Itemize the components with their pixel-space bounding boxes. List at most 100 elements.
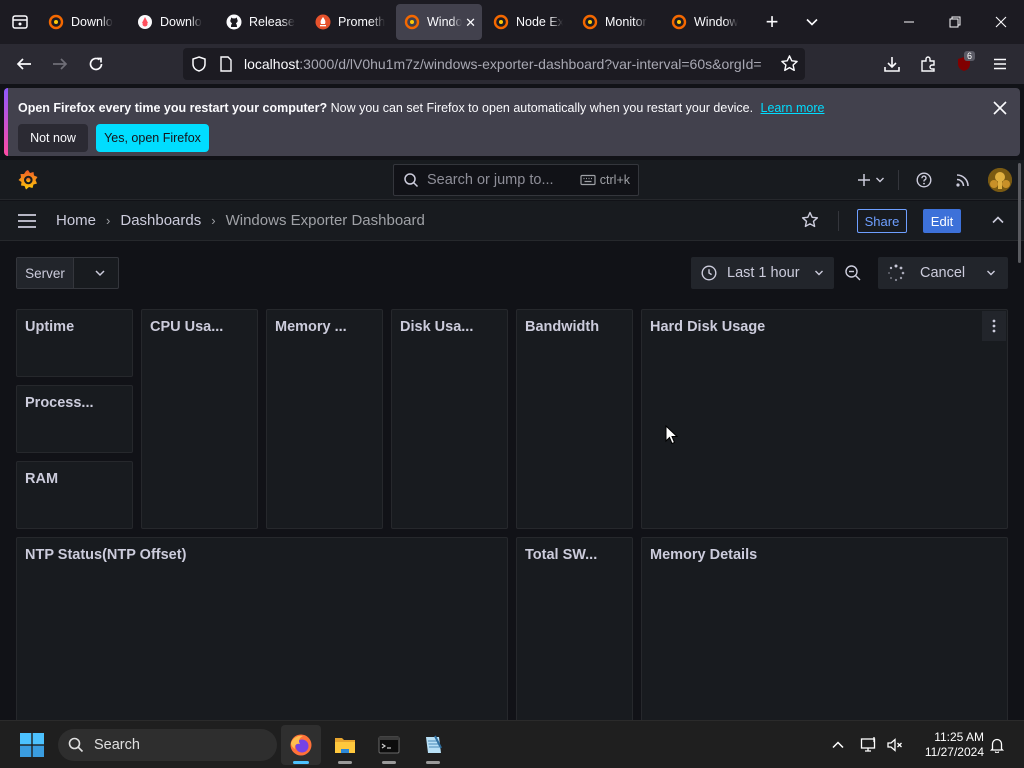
grafana-logo-icon[interactable] bbox=[16, 168, 40, 192]
panel-title: Bandwidth bbox=[525, 319, 600, 335]
help-button[interactable] bbox=[912, 168, 936, 192]
zoom-out-time-button[interactable] bbox=[838, 257, 868, 289]
taskbar-file-explorer[interactable] bbox=[325, 725, 365, 765]
tab-label: Downlo bbox=[160, 15, 202, 29]
edit-button[interactable]: Edit bbox=[923, 209, 961, 233]
panel-title: Memory Details bbox=[650, 547, 758, 563]
url-bar[interactable]: localhost:3000/d/lV0hu1m7z/windows-expor… bbox=[183, 48, 805, 80]
browser-tab[interactable]: Downlo bbox=[129, 4, 215, 40]
restore-button[interactable] bbox=[932, 0, 978, 44]
server-variable-picker[interactable]: Server bbox=[16, 257, 119, 289]
panel-memory[interactable]: Memory ... bbox=[266, 309, 383, 529]
cancel-refresh-button[interactable]: Cancel bbox=[878, 257, 1008, 289]
download-icon bbox=[884, 57, 900, 72]
panel-title: NTP Status(NTP Offset) bbox=[25, 547, 187, 563]
breadcrumb-dashboards[interactable]: Dashboards bbox=[120, 212, 201, 229]
show-hidden-icons-button[interactable] bbox=[828, 735, 848, 755]
breadcrumb-current-dashboard: Windows Exporter Dashboard bbox=[225, 212, 425, 229]
news-button[interactable] bbox=[951, 168, 975, 192]
hamburger-menu-icon bbox=[994, 58, 1006, 70]
taskbar-terminal[interactable] bbox=[369, 725, 409, 765]
new-tab-button[interactable]: + bbox=[752, 0, 792, 44]
reload-button[interactable] bbox=[80, 48, 112, 80]
firefox-view-button[interactable] bbox=[0, 0, 40, 44]
panel-uptime[interactable]: Uptime bbox=[16, 309, 133, 377]
shield-icon bbox=[192, 56, 206, 72]
prometheus-icon bbox=[315, 14, 331, 30]
extensions-button[interactable] bbox=[912, 48, 944, 80]
minimize-button[interactable] bbox=[886, 0, 932, 44]
not-now-button[interactable]: Not now bbox=[18, 124, 88, 152]
learn-more-link[interactable]: Learn more bbox=[761, 101, 825, 115]
grafana-search-input[interactable]: Search or jump to... ctrl+k bbox=[393, 164, 639, 196]
browser-tab[interactable]: Downlo bbox=[40, 4, 126, 40]
panel-disk-usage[interactable]: Disk Usa... bbox=[391, 309, 508, 529]
folder-icon bbox=[335, 738, 355, 753]
browser-tab-active[interactable]: Windo ✕ bbox=[396, 4, 482, 40]
taskbar-notepad[interactable] bbox=[413, 725, 453, 765]
page-scrollbar[interactable] bbox=[1018, 163, 1021, 263]
mega-menu-button[interactable] bbox=[16, 211, 38, 231]
browser-tab[interactable]: Node Ex bbox=[485, 4, 571, 40]
browser-tab[interactable]: Release bbox=[218, 4, 304, 40]
firefox-icon bbox=[290, 734, 312, 756]
grafana-icon bbox=[404, 14, 420, 30]
panel-title: Memory ... bbox=[275, 319, 347, 335]
forward-button[interactable] bbox=[44, 48, 76, 80]
user-avatar[interactable] bbox=[988, 168, 1012, 192]
app-menu-button[interactable] bbox=[984, 48, 1016, 80]
taskbar-search-label: Search bbox=[94, 737, 140, 753]
browser-tab[interactable]: Prometh bbox=[307, 4, 393, 40]
search-icon bbox=[68, 737, 84, 753]
ublock-extension-button[interactable]: 6 bbox=[948, 48, 980, 80]
breadcrumb-home[interactable]: Home bbox=[56, 212, 96, 229]
open-firefox-button[interactable]: Yes, open Firefox bbox=[96, 124, 209, 152]
browser-tab[interactable]: Window bbox=[663, 4, 749, 40]
notification-message: Open Firefox every time you restart your… bbox=[18, 101, 825, 115]
panel-title: CPU Usa... bbox=[150, 319, 224, 335]
panel-menu-button[interactable] bbox=[982, 311, 1006, 341]
close-tab-icon[interactable]: ✕ bbox=[465, 15, 476, 31]
list-all-tabs-button[interactable] bbox=[792, 0, 832, 44]
panel-ram[interactable]: RAM bbox=[16, 461, 133, 529]
toolbar-divider bbox=[838, 211, 839, 231]
tab-label: Downlo bbox=[71, 15, 113, 29]
grafana-icon bbox=[493, 14, 509, 30]
panel-bandwidth[interactable]: Bandwidth bbox=[516, 309, 633, 529]
back-button[interactable] bbox=[8, 48, 40, 80]
taskbar-search[interactable]: Search bbox=[58, 729, 277, 761]
panel-processes[interactable]: Process... bbox=[16, 385, 133, 453]
panel-total-sw[interactable]: Total SW... bbox=[516, 537, 633, 727]
extension-badge: 6 bbox=[964, 51, 976, 61]
notepad-icon bbox=[426, 735, 442, 753]
avatar-icon bbox=[988, 168, 1012, 192]
chevron-down-icon bbox=[806, 18, 818, 26]
windows-start-button[interactable] bbox=[20, 733, 44, 757]
panel-hard-disk-usage[interactable]: Hard Disk Usage bbox=[641, 309, 1008, 529]
bookmark-star-icon[interactable] bbox=[780, 54, 799, 73]
clock-date: 11/27/2024 bbox=[924, 745, 984, 759]
collapse-header-button[interactable] bbox=[988, 210, 1008, 230]
url-text: localhost:3000/d/lV0hu1m7z/windows-expor… bbox=[244, 56, 762, 72]
downloads-button[interactable] bbox=[876, 48, 908, 80]
search-icon bbox=[404, 173, 419, 188]
browser-tab[interactable]: Monitor bbox=[574, 4, 660, 40]
time-range-picker[interactable]: Last 1 hour bbox=[691, 257, 834, 289]
firefox-download-icon bbox=[137, 14, 153, 30]
notifications-button[interactable] bbox=[987, 735, 1007, 755]
network-status-button[interactable] bbox=[859, 735, 879, 755]
search-placeholder: Search or jump to... bbox=[427, 172, 554, 188]
system-clock[interactable]: 11:25 AM 11/27/2024 bbox=[912, 730, 984, 760]
taskbar-firefox[interactable] bbox=[281, 725, 321, 765]
close-window-button[interactable] bbox=[978, 0, 1024, 44]
close-notification-button[interactable] bbox=[990, 98, 1010, 118]
panel-title: RAM bbox=[25, 471, 59, 487]
share-button[interactable]: Share bbox=[857, 209, 907, 233]
add-new-button[interactable] bbox=[853, 168, 889, 192]
star-icon bbox=[801, 211, 819, 228]
panel-memory-details[interactable]: Memory Details bbox=[641, 537, 1008, 727]
volume-button[interactable] bbox=[885, 735, 905, 755]
mark-favorite-button[interactable] bbox=[800, 210, 820, 230]
panel-cpu-usage[interactable]: CPU Usa... bbox=[141, 309, 258, 529]
panel-ntp-status[interactable]: NTP Status(NTP Offset) bbox=[16, 537, 508, 727]
